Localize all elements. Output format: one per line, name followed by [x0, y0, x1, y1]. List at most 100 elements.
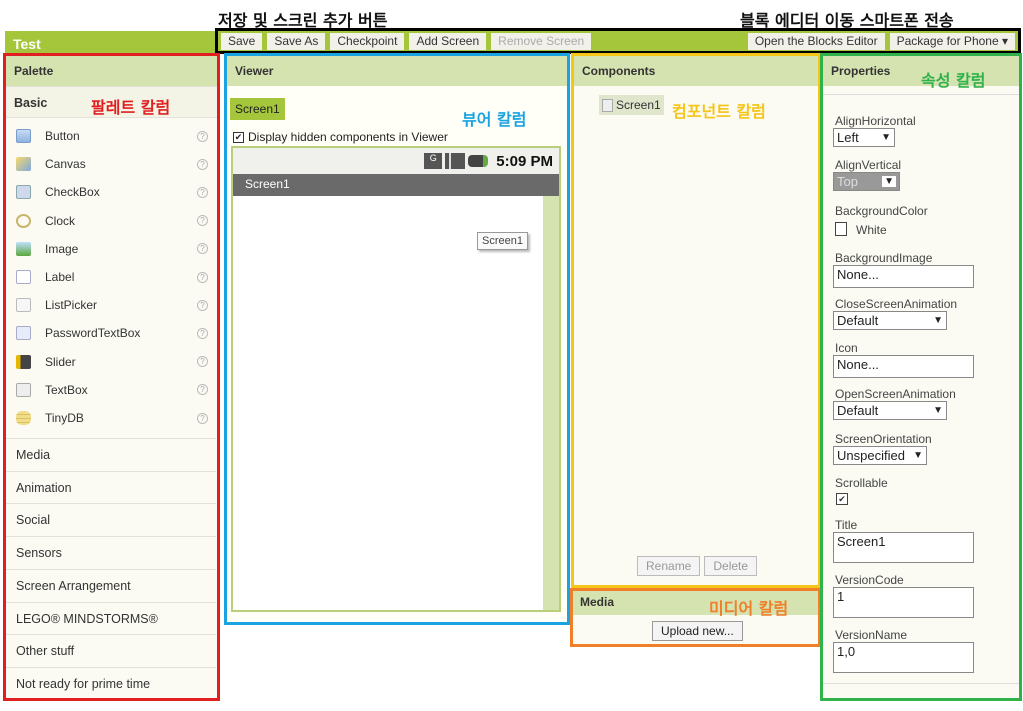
- components-title: Components: [574, 56, 818, 86]
- open-animation-select[interactable]: Default ▼: [833, 401, 947, 420]
- palette-item-clock[interactable]: Clock?: [16, 210, 212, 232]
- scrollbar[interactable]: [543, 196, 559, 610]
- palette-category[interactable]: Social: [6, 503, 216, 536]
- display-hidden-option[interactable]: ✔ Display hidden components in Viewer: [233, 130, 448, 144]
- close-animation-label: CloseScreenAnimation: [835, 297, 958, 311]
- chevron-down-icon: ▼: [933, 405, 943, 416]
- open-animation-value: Default: [837, 403, 879, 418]
- chevron-down-icon: ▼: [881, 132, 891, 143]
- annotation-palette: 팔레트 칼럼: [91, 98, 171, 117]
- chevron-down-icon: ▼: [933, 315, 943, 326]
- version-code-label: VersionCode: [835, 573, 904, 587]
- help-icon[interactable]: ?: [197, 215, 208, 227]
- palette-item-tinydb[interactable]: TinyDB?: [16, 407, 212, 429]
- screen-title-bar: Screen1: [233, 174, 559, 196]
- help-icon[interactable]: ?: [197, 299, 208, 311]
- rename-button[interactable]: Rename: [637, 556, 701, 576]
- screen-icon: [602, 98, 613, 112]
- color-swatch[interactable]: [835, 222, 847, 236]
- palette-category[interactable]: Other stuff: [6, 634, 216, 667]
- help-icon[interactable]: ?: [197, 412, 208, 424]
- screen-tab[interactable]: Screen1: [230, 98, 285, 120]
- palette-item-button[interactable]: Button?: [16, 125, 212, 147]
- align-vertical-label: AlignVertical: [835, 158, 902, 172]
- annotation-viewer: 뷰어 칼럼: [462, 110, 527, 129]
- battery-icon: [468, 155, 489, 167]
- components-panel: Components Screen1 컴포넌트 칼럼 Rename Delete: [571, 53, 821, 588]
- upload-new-button[interactable]: Upload new...: [652, 621, 743, 641]
- palette-item-label: TinyDB: [45, 411, 84, 425]
- palette-category[interactable]: Media: [6, 438, 216, 471]
- image-icon: [16, 241, 31, 256]
- display-hidden-checkbox[interactable]: ✔: [233, 131, 244, 143]
- media-panel: Media 미디어 칼럼 Upload new...: [570, 588, 821, 647]
- canvas-icon: [16, 157, 31, 172]
- delete-button[interactable]: Delete: [704, 556, 758, 576]
- screen-tooltip: Screen1: [477, 232, 528, 250]
- align-vertical-select[interactable]: Top ▼: [833, 172, 900, 191]
- background-image-field[interactable]: None...: [833, 265, 974, 288]
- palette-item-checkbox[interactable]: CheckBox?: [16, 181, 212, 203]
- palette-item-slider[interactable]: Slider?: [16, 351, 212, 373]
- help-icon[interactable]: ?: [197, 356, 208, 368]
- add-screen-button[interactable]: Add Screen: [409, 32, 487, 50]
- save-as-button[interactable]: Save As: [267, 32, 326, 50]
- palette-item-image[interactable]: Image?: [16, 238, 212, 260]
- palette-item-label: PasswordTextBox: [45, 326, 141, 341]
- palette-item-textbox[interactable]: TextBox?: [16, 379, 212, 401]
- title-label: Title: [835, 518, 858, 532]
- button-icon: [16, 129, 31, 143]
- palette-item-passwordtextbox[interactable]: PasswordTextBox?: [16, 322, 212, 344]
- title-field[interactable]: Screen1: [833, 532, 974, 563]
- palette-item-label: Button: [45, 129, 80, 143]
- blocks-editor-button[interactable]: Open the Blocks Editor: [747, 32, 885, 50]
- icon-field[interactable]: None...: [833, 355, 974, 378]
- palette-item-listpicker[interactable]: ListPicker?: [16, 294, 212, 316]
- palette-item-label[interactable]: Label?: [16, 266, 212, 288]
- help-icon[interactable]: ?: [197, 130, 208, 142]
- screen-orientation-select[interactable]: Unspecified ▼: [833, 446, 927, 465]
- palette-category[interactable]: Screen Arrangement: [6, 568, 216, 602]
- palette-item-canvas[interactable]: Canvas?: [16, 153, 212, 175]
- version-name-label: VersionName: [835, 628, 908, 642]
- palette-category[interactable]: Animation: [6, 470, 216, 504]
- checkbox-icon: [16, 185, 31, 200]
- background-color-value[interactable]: White: [856, 223, 887, 237]
- label-icon: [16, 270, 31, 284]
- close-animation-select[interactable]: Default ▼: [833, 311, 947, 330]
- palette-category[interactable]: LEGO® MINDSTORMS®: [6, 601, 216, 635]
- status-time: 5:09 PM: [496, 152, 553, 170]
- palette-item-label: Canvas: [45, 157, 86, 172]
- textbox-icon: [16, 382, 31, 397]
- save-button[interactable]: Save: [221, 32, 263, 50]
- palette-title: Palette: [6, 56, 217, 86]
- palette-category[interactable]: Not ready for prime time: [6, 666, 216, 700]
- display-hidden-label: Display hidden components in Viewer: [248, 130, 448, 144]
- help-icon[interactable]: ?: [197, 327, 208, 339]
- listpicker-icon: [16, 298, 31, 313]
- help-icon[interactable]: ?: [197, 384, 208, 396]
- phone-preview: G 5:09 PM Screen1 Screen1: [231, 146, 561, 612]
- clock-icon: [16, 213, 31, 228]
- scrollable-checkbox[interactable]: ✔: [836, 493, 848, 505]
- help-icon[interactable]: ?: [197, 158, 208, 170]
- align-horizontal-value: Left: [837, 130, 859, 145]
- align-horizontal-select[interactable]: Left ▼: [833, 128, 895, 147]
- help-icon[interactable]: ?: [197, 186, 208, 198]
- scrollable-label: Scrollable: [835, 476, 888, 490]
- tree-item-screen1[interactable]: Screen1: [599, 95, 664, 115]
- version-name-field[interactable]: 1,0: [833, 642, 974, 673]
- palette-item-label: Clock: [45, 213, 76, 228]
- close-animation-value: Default: [837, 313, 879, 328]
- project-title: Test: [5, 31, 217, 54]
- help-icon[interactable]: ?: [197, 243, 208, 255]
- help-icon[interactable]: ?: [197, 271, 208, 283]
- remove-screen-button[interactable]: Remove Screen: [491, 32, 592, 50]
- palette-item-label: Label: [45, 270, 75, 284]
- checkpoint-button[interactable]: Checkpoint: [330, 32, 405, 50]
- package-for-phone-button[interactable]: Package for Phone ▾: [889, 32, 1015, 50]
- palette-item-label: CheckBox: [45, 185, 100, 200]
- palette-category[interactable]: Sensors: [6, 536, 216, 569]
- version-code-field[interactable]: 1: [833, 587, 974, 618]
- background-color-label: BackgroundColor: [835, 204, 928, 218]
